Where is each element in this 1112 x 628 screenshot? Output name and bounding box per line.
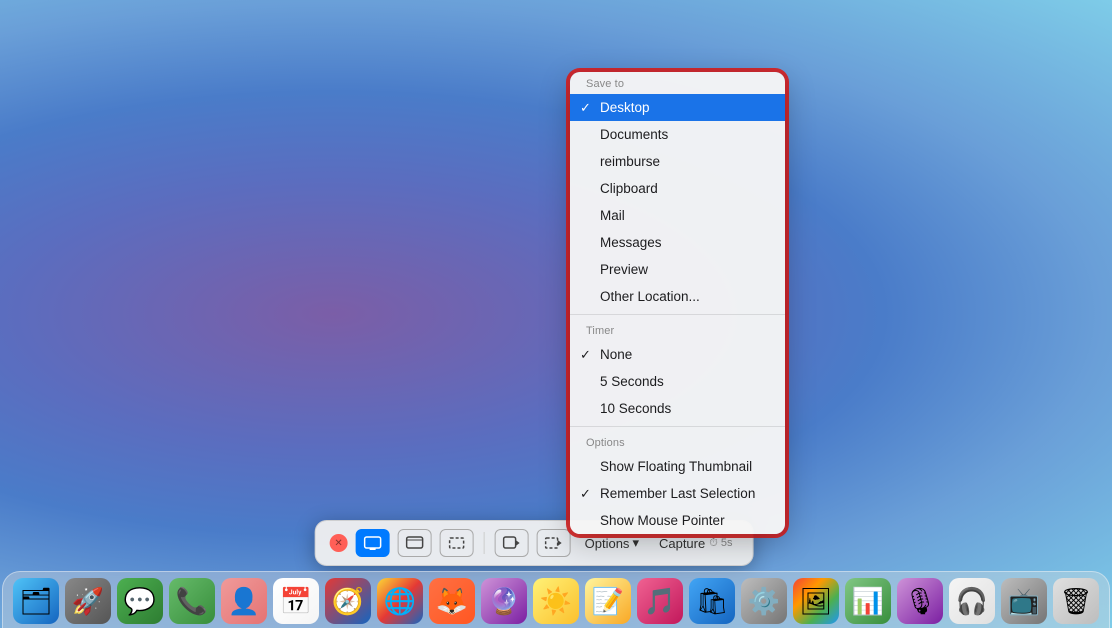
menu-item-show-mouse-pointer[interactable]: Show Mouse Pointer <box>570 507 785 534</box>
checkmark-none: ✓ <box>580 347 591 363</box>
dock-icon-activity[interactable]: 📊 <box>845 578 891 624</box>
menu-item-reimburse[interactable]: reimburse <box>570 148 785 175</box>
options-button[interactable]: Options ▾ <box>579 531 645 555</box>
toolbar-divider <box>484 532 485 554</box>
dock-icon-facetime[interactable]: 📞 <box>169 578 215 624</box>
menu-item-clipboard[interactable]: Clipboard <box>570 175 785 202</box>
menu-item-documents[interactable]: Documents <box>570 121 785 148</box>
menu-item-remember-last-selection[interactable]: ✓ Remember Last Selection <box>570 480 785 507</box>
separator-2 <box>570 426 785 427</box>
dock-icon-notes[interactable]: 📝 <box>585 578 631 624</box>
capture-selection-button[interactable] <box>440 529 474 557</box>
menu-item-desktop[interactable]: ✓ Desktop <box>570 94 785 121</box>
dock: 🗂 🚀 💬 📞 👤 📅 🧭 🌐 🦊 🔮 ☀️ 📝 🎵 🛍 ⚙️ 🖼 📊 🎙 🎧 … <box>2 571 1110 628</box>
dock-icon-contacts[interactable]: 👤 <box>221 578 267 624</box>
dock-icon-calendar[interactable]: 📅 <box>273 578 319 624</box>
separator-1 <box>570 314 785 315</box>
dock-icon-photos[interactable]: 🖼 <box>793 578 839 624</box>
menu-item-messages[interactable]: Messages <box>570 229 785 256</box>
dock-icon-appstore[interactable]: 🛍 <box>689 578 735 624</box>
menu-item-none[interactable]: ✓ None <box>570 341 785 368</box>
dock-icon-siri[interactable]: 🔮 <box>481 578 527 624</box>
capture-button[interactable]: Capture ⏱ 5s <box>653 532 739 555</box>
capture-screen-button[interactable] <box>356 529 390 557</box>
save-to-label: Save to <box>570 72 785 94</box>
dock-icon-itunes[interactable]: 🎵 <box>637 578 683 624</box>
dock-icon-finder[interactable]: 🗂 <box>13 578 59 624</box>
dock-icon-brightness[interactable]: ☀️ <box>533 578 579 624</box>
capture-window-button[interactable] <box>398 529 432 557</box>
close-button[interactable]: ✕ <box>330 534 348 552</box>
dock-icon-airplay[interactable]: 📺 <box>1001 578 1047 624</box>
checkmark-remember: ✓ <box>580 486 591 502</box>
checkmark-desktop: ✓ <box>580 100 591 116</box>
dock-icon-music[interactable]: 🎧 <box>949 578 995 624</box>
chevron-down-icon: ▾ <box>632 535 639 551</box>
dock-icon-launchpad[interactable]: 🚀 <box>65 578 111 624</box>
dock-icon-trash[interactable]: 🗑 <box>1053 578 1099 624</box>
menu-item-preview[interactable]: Preview <box>570 256 785 283</box>
record-selection-button[interactable] <box>537 529 571 557</box>
dock-icon-safari[interactable]: 🧭 <box>325 578 371 624</box>
menu-item-show-floating-thumbnail[interactable]: Show Floating Thumbnail <box>570 453 785 480</box>
dock-icon-firefox[interactable]: 🦊 <box>429 578 475 624</box>
menu-item-10-seconds[interactable]: 10 Seconds <box>570 395 785 422</box>
record-screen-button[interactable] <box>495 529 529 557</box>
menu-item-5-seconds[interactable]: 5 Seconds <box>570 368 785 395</box>
menu-item-mail[interactable]: Mail <box>570 202 785 229</box>
dock-icon-podcasts[interactable]: 🎙 <box>897 578 943 624</box>
options-menu: Save to ✓ Desktop Documents reimburse Cl… <box>570 72 785 534</box>
options-section-label: Options <box>570 431 785 453</box>
timer-label: Timer <box>570 319 785 341</box>
dock-icon-messages[interactable]: 💬 <box>117 578 163 624</box>
dock-icon-settings[interactable]: ⚙️ <box>741 578 787 624</box>
menu-item-other-location[interactable]: Other Location... <box>570 283 785 310</box>
dock-icon-chrome[interactable]: 🌐 <box>377 578 423 624</box>
